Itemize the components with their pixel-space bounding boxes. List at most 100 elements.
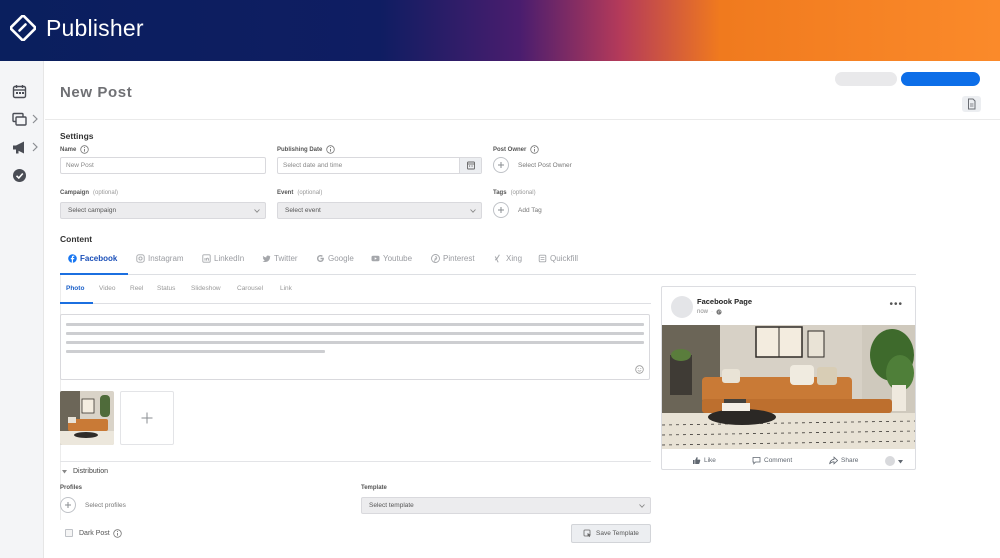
event-select-value: Select event bbox=[285, 207, 321, 214]
instagram-icon bbox=[136, 254, 145, 263]
caret-down-icon bbox=[62, 469, 67, 473]
primary-action-button[interactable] bbox=[901, 72, 980, 86]
add-tag-text[interactable]: Add Tag bbox=[518, 207, 542, 214]
chevron-right-icon bbox=[32, 142, 38, 152]
tags-label-text: Tags bbox=[493, 190, 507, 196]
comment-button[interactable]: Comment bbox=[752, 456, 792, 465]
secondary-action-button[interactable] bbox=[835, 72, 897, 86]
template-label-text: Template bbox=[361, 485, 387, 491]
post-text-editor[interactable] bbox=[60, 314, 650, 380]
share-label: Share bbox=[841, 457, 859, 464]
thumbs-up-icon bbox=[693, 457, 701, 464]
text-line bbox=[66, 332, 644, 335]
save-template-button[interactable]: Save Template bbox=[571, 524, 651, 543]
tab-reel[interactable]: Reel bbox=[130, 285, 143, 292]
post-image bbox=[662, 325, 915, 449]
add-media-button[interactable] bbox=[120, 391, 174, 445]
dark-post-checkbox[interactable] bbox=[65, 529, 73, 537]
content-title: Content bbox=[60, 234, 93, 244]
tab-quickfill[interactable]: Quickfill bbox=[538, 254, 578, 263]
avatar bbox=[671, 296, 693, 318]
preview-time-text: now bbox=[697, 309, 709, 315]
event-label-text: Event bbox=[277, 190, 294, 196]
info-icon[interactable] bbox=[80, 145, 90, 154]
publisher-logo-icon bbox=[10, 15, 36, 41]
tab-youtube-label: Youtube bbox=[383, 254, 413, 263]
audience-avatar[interactable] bbox=[885, 456, 895, 466]
post-owner-label-text: Post Owner bbox=[493, 146, 527, 153]
sidebar-item-posts[interactable] bbox=[12, 112, 40, 130]
tab-linkedin[interactable]: LinkedIn bbox=[202, 254, 244, 263]
emoji-icon[interactable] bbox=[635, 365, 644, 374]
caret-down-icon[interactable] bbox=[898, 460, 903, 464]
pinterest-icon bbox=[431, 254, 440, 263]
tab-xing[interactable]: Xing bbox=[494, 254, 522, 263]
publishing-date-label: Publishing Date bbox=[277, 145, 336, 154]
chevron-right-icon bbox=[32, 114, 38, 124]
tab-youtube[interactable]: Youtube bbox=[371, 254, 412, 263]
tab-slideshow[interactable]: Slideshow bbox=[191, 285, 221, 292]
tab-facebook-label: Facebook bbox=[80, 254, 118, 263]
profiles-label: Profiles bbox=[60, 485, 82, 491]
document-icon bbox=[968, 98, 976, 110]
template-select[interactable]: Select template bbox=[361, 497, 651, 514]
top-bar: Publisher bbox=[0, 0, 1000, 61]
campaign-select[interactable]: Select campaign bbox=[60, 202, 266, 219]
more-options-icon[interactable]: ••• bbox=[889, 299, 903, 310]
date-picker-button[interactable] bbox=[459, 158, 481, 173]
template-select-value: Select template bbox=[369, 502, 414, 509]
comment-icon bbox=[752, 457, 761, 465]
chevron-down-icon bbox=[254, 209, 260, 213]
tab-carousel[interactable]: Carousel bbox=[237, 285, 263, 292]
like-button[interactable]: Like bbox=[692, 456, 716, 465]
main-content: New Post Settings Name New Post Publishi… bbox=[45, 61, 1000, 558]
tab-facebook[interactable]: Facebook bbox=[68, 254, 117, 263]
optional-tag: (optional) bbox=[297, 190, 323, 196]
comment-label: Comment bbox=[764, 457, 793, 464]
distribution-title: Distribution bbox=[73, 468, 109, 475]
info-icon[interactable] bbox=[326, 145, 336, 154]
tab-link[interactable]: Link bbox=[280, 285, 292, 292]
tab-status[interactable]: Status bbox=[157, 285, 175, 292]
sidebar bbox=[0, 61, 44, 558]
add-profile-button[interactable] bbox=[60, 497, 76, 513]
event-select[interactable]: Select event bbox=[277, 202, 482, 219]
publishing-date-field[interactable]: Select date and time bbox=[277, 157, 482, 174]
living-room-image bbox=[60, 391, 114, 445]
sidebar-item-calendar[interactable] bbox=[12, 84, 40, 102]
tab-google[interactable]: Google bbox=[316, 254, 354, 263]
like-label: Like bbox=[704, 457, 716, 464]
tab-twitter-label: Twitter bbox=[274, 254, 298, 263]
text-line bbox=[66, 350, 325, 353]
share-button[interactable]: Share bbox=[829, 456, 858, 465]
add-post-owner-button[interactable] bbox=[493, 157, 509, 173]
sidebar-item-campaigns[interactable] bbox=[12, 140, 40, 158]
select-post-owner-text[interactable]: Select Post Owner bbox=[518, 162, 572, 169]
media-thumbnail[interactable] bbox=[60, 391, 114, 445]
linkedin-icon bbox=[202, 254, 211, 263]
share-icon bbox=[829, 456, 838, 465]
select-profiles-text[interactable]: Select profiles bbox=[85, 502, 126, 509]
tab-twitter[interactable]: Twitter bbox=[262, 254, 298, 263]
sidebar-item-approvals[interactable] bbox=[12, 168, 40, 186]
name-field[interactable]: New Post bbox=[60, 157, 266, 174]
add-tag-button[interactable] bbox=[493, 202, 509, 218]
brand-name: Publisher bbox=[46, 15, 144, 41]
dark-post-label: Dark Post bbox=[79, 529, 122, 538]
distribution-toggle[interactable]: Distribution bbox=[62, 468, 108, 475]
template-label: Template bbox=[361, 485, 387, 491]
tab-pinterest[interactable]: Pinterest bbox=[431, 254, 475, 263]
info-icon[interactable] bbox=[530, 145, 540, 154]
tab-instagram[interactable]: Instagram bbox=[136, 254, 184, 263]
preview-page-name: Facebook Page bbox=[697, 297, 753, 306]
name-label: Name bbox=[60, 145, 90, 154]
tab-photo[interactable]: Photo bbox=[66, 285, 84, 292]
chevron-down-icon bbox=[639, 504, 645, 508]
preview-timestamp: now · bbox=[697, 309, 722, 315]
tab-video[interactable]: Video bbox=[99, 285, 116, 292]
info-icon[interactable] bbox=[113, 529, 122, 538]
active-post-type-indicator bbox=[60, 302, 93, 304]
notes-button[interactable] bbox=[962, 96, 981, 112]
twitter-icon bbox=[262, 255, 271, 263]
save-template-icon bbox=[583, 529, 591, 538]
